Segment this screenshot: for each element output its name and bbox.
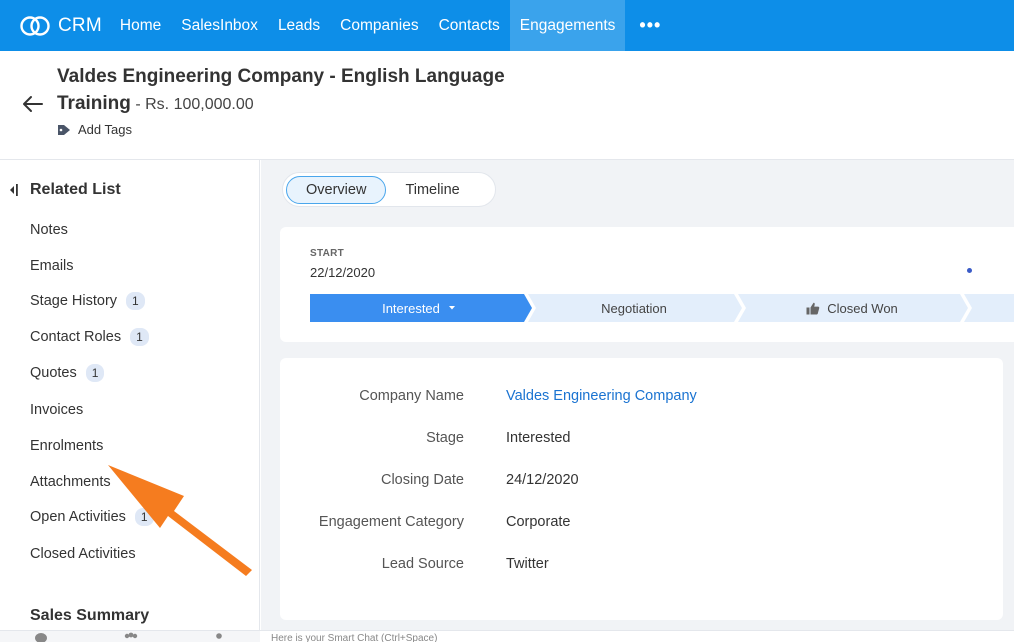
field-value[interactable]: Interested <box>506 430 571 446</box>
sidebar-item-notes[interactable]: Notes <box>30 222 68 238</box>
start-label: START <box>310 248 345 259</box>
sidebar-item-quotes[interactable]: Quotes 1 <box>30 364 105 382</box>
tag-icon <box>58 124 70 135</box>
stage-interested[interactable]: Interested <box>310 294 528 322</box>
count-badge: 1 <box>85 364 105 382</box>
sidebar-item-label: Contact Roles <box>30 329 122 345</box>
nav-salesinbox[interactable]: SalesInbox <box>171 0 268 51</box>
view-tabs: Overview Timeline <box>282 172 496 207</box>
field-value[interactable]: 24/12/2020 <box>506 472 579 488</box>
crm-logo[interactable]: CRM <box>19 15 102 37</box>
smart-chat-input[interactable]: Here is your Smart Chat (Ctrl+Space) <box>271 633 437 642</box>
sales-summary-heading[interactable]: Sales Summary <box>30 607 149 625</box>
nav-leads[interactable]: Leads <box>268 0 330 51</box>
field-label: Engagement Category <box>318 514 464 530</box>
sidebar-item-emails[interactable]: Emails <box>30 258 74 274</box>
related-list-title: Related List <box>30 181 121 198</box>
back-arrow-icon[interactable] <box>22 95 44 113</box>
thumbs-up-icon <box>806 302 820 314</box>
nav-home[interactable]: Home <box>110 0 171 51</box>
sidebar-item-enrolments[interactable]: Enrolments <box>30 438 103 454</box>
related-list-heading: Related List <box>8 181 121 199</box>
tab-timeline[interactable]: Timeline <box>386 176 478 204</box>
more-menu-icon[interactable]: ••• <box>625 0 675 51</box>
record-title-line2: Training <box>57 93 131 114</box>
nav-companies[interactable]: Companies <box>330 0 428 51</box>
sidebar-item-label: Notes <box>30 222 68 238</box>
contacts-icon[interactable] <box>213 632 225 642</box>
chat-icon[interactable] <box>34 632 48 642</box>
record-header: Valdes Engineering Company - English Lan… <box>0 51 1014 160</box>
caret-down-icon <box>448 306 455 310</box>
add-tags-button[interactable]: Add Tags <box>57 122 132 137</box>
stage-card: START 22/12/2020 Interested Negotiation <box>280 227 1014 342</box>
footer-bar: Here is your Smart Chat (Ctrl+Space) <box>0 630 1014 642</box>
details-card: Company Name Valdes Engineering Company … <box>280 358 1003 620</box>
sidebar-item-attachments[interactable]: Attachments <box>30 474 111 490</box>
sidebar-item-invoices[interactable]: Invoices <box>30 402 83 418</box>
field-lead-source: Lead Source Twitter <box>280 556 1003 576</box>
collapse-sidebar-icon[interactable] <box>8 183 18 197</box>
footer-icons <box>0 631 260 642</box>
field-value[interactable]: Twitter <box>506 556 549 572</box>
sidebar-item-label: Enrolments <box>30 438 104 454</box>
field-engagement-category: Engagement Category Corporate <box>280 514 1003 534</box>
title-separator: - <box>130 96 146 113</box>
current-date-marker <box>967 268 972 273</box>
top-nav: CRM Home SalesInbox Leads Companies Cont… <box>0 0 1014 51</box>
sidebar-item-label: Emails <box>30 258 74 274</box>
record-title: Valdes Engineering Company - English Lan… <box>57 63 517 118</box>
record-amount: Rs. 100,000.00 <box>145 96 254 113</box>
tab-overview[interactable]: Overview <box>286 175 387 204</box>
field-company-name: Company Name Valdes Engineering Company <box>280 388 1003 408</box>
channels-icon[interactable] <box>123 632 139 642</box>
company-name-link[interactable]: Valdes Engineering Company <box>506 388 697 404</box>
sidebar-item-stage-history[interactable]: Stage History 1 <box>30 292 145 310</box>
sidebar-item-label: Quotes <box>30 365 77 381</box>
main-content: Overview Timeline START 22/12/2020 Inter… <box>261 160 1014 630</box>
sidebar-item-label: Attachments <box>30 474 111 490</box>
start-date: 22/12/2020 <box>310 265 376 280</box>
stage-label-text: Interested <box>382 300 440 316</box>
field-label: Closing Date <box>380 472 464 488</box>
stage-negotiation[interactable]: Negotiation <box>530 294 738 322</box>
sidebar-item-contact-roles[interactable]: Contact Roles 1 <box>30 328 149 346</box>
sidebar-item-label: Invoices <box>30 402 84 418</box>
nav-contacts[interactable]: Contacts <box>429 0 510 51</box>
field-closing-date: Closing Date 24/12/2020 <box>280 472 1003 492</box>
field-stage: Stage Interested <box>280 430 1003 450</box>
sidebar-item-label: Stage History <box>30 293 118 309</box>
annotation-arrow-icon <box>108 465 252 576</box>
zoho-logo-icon <box>20 15 50 36</box>
stage-segment-next[interactable] <box>964 294 1014 322</box>
count-badge: 1 <box>126 292 145 310</box>
stage-closed-won[interactable]: Closed Won <box>740 294 964 322</box>
add-tags-label: Add Tags <box>78 122 132 137</box>
logo-text: CRM <box>58 14 102 36</box>
stage-label-text: Closed Won <box>827 300 898 316</box>
field-label: Company Name <box>359 388 464 404</box>
field-label: Lead Source <box>381 556 464 572</box>
record-title-line1: Valdes Engineering Company - English Lan… <box>57 66 505 87</box>
nav-engagements[interactable]: Engagements <box>509 0 626 51</box>
field-label: Stage <box>426 430 464 446</box>
count-badge: 1 <box>130 328 149 346</box>
stage-label-text: Negotiation <box>601 300 667 316</box>
field-value[interactable]: Corporate <box>506 514 570 530</box>
